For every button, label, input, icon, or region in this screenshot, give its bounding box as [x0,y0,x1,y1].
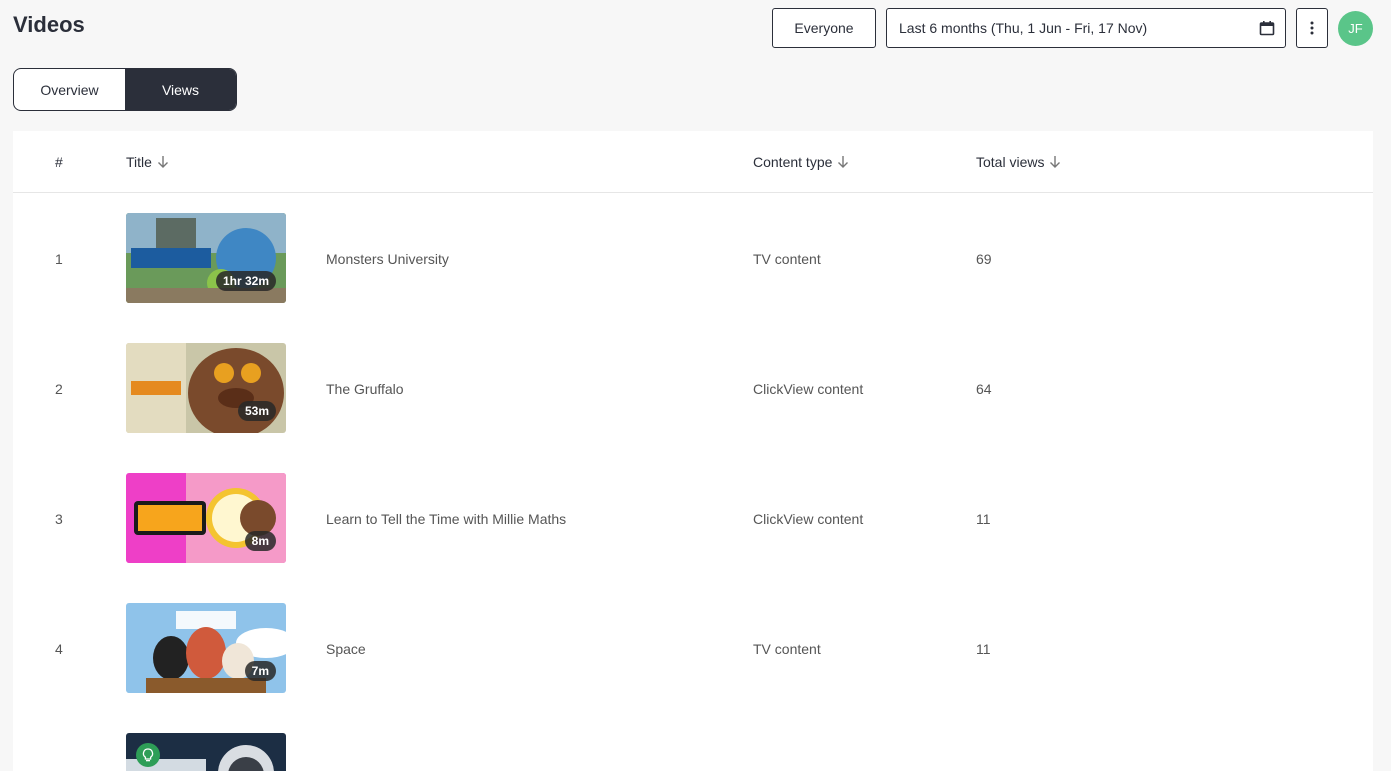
header-rank-label: # [55,154,63,170]
table-row[interactable]: 1 1hr 32m Monsters University TV content… [13,194,1373,324]
more-options-button[interactable] [1296,8,1328,48]
row-views: 11 [976,641,991,657]
view-tabs: Overview Views [13,68,237,111]
tab-overview[interactable]: Overview [14,69,125,110]
table-row[interactable]: 3 8m Learn to Tell the Time with Millie … [13,454,1373,584]
video-duration-badge: 53m [237,401,276,421]
video-thumbnail[interactable] [126,733,286,771]
calendar-icon[interactable] [1259,20,1275,36]
row-content-type: ClickView content [753,511,864,527]
row-rank: 2 [55,381,63,397]
lightbulb-icon [136,743,160,767]
header-title-label: Title [126,154,152,170]
date-range-text: Last 6 months (Thu, 1 Jun - Fri, 17 Nov) [899,20,1148,36]
header-total-views[interactable]: Total views [976,154,1062,170]
row-content-type: ClickView content [753,381,864,397]
header-content-type[interactable]: Content type [753,154,850,170]
row-views: 69 [976,251,992,267]
table-row[interactable]: 4 7m Space TV content 11 [13,584,1373,714]
table-row[interactable] [13,714,1373,771]
page-title: Videos [13,12,85,37]
row-content-type: TV content [753,251,821,267]
videos-table: # Title Content type Total views 1 1hr 3… [13,131,1373,771]
row-rank: 1 [55,251,63,267]
row-content-type: TV content [753,641,821,657]
row-title[interactable]: The Gruffalo [326,381,404,397]
row-title[interactable]: Space [326,641,366,657]
video-thumbnail[interactable]: 53m [126,343,286,433]
vertical-dots-icon [1310,21,1314,35]
video-duration-badge: 7m [244,661,276,681]
video-duration-badge: 1hr 32m [215,271,276,291]
audience-filter-button[interactable]: Everyone [772,8,876,48]
video-thumbnail[interactable]: 7m [126,603,286,693]
tab-views[interactable]: Views [125,69,236,110]
sort-arrow-down-icon [157,156,168,168]
row-rank: 3 [55,511,63,527]
header-rank: # [55,154,63,170]
row-views: 64 [976,381,992,397]
video-thumbnail[interactable]: 1hr 32m [126,213,286,303]
row-title[interactable]: Learn to Tell the Time with Millie Maths [326,511,566,527]
table-row[interactable]: 2 53m The Gruffalo ClickView content 64 [13,324,1373,454]
header-title[interactable]: Title [126,154,170,170]
row-rank: 4 [55,641,63,657]
date-range-picker[interactable]: Last 6 months (Thu, 1 Jun - Fri, 17 Nov) [886,8,1286,48]
table-header: # Title Content type Total views [13,131,1373,193]
sort-arrow-down-icon [838,156,849,168]
video-thumbnail[interactable]: 8m [126,473,286,563]
header-total-views-label: Total views [976,154,1045,170]
header-content-type-label: Content type [753,154,833,170]
video-duration-badge: 8m [244,531,276,551]
sort-arrow-down-icon [1050,156,1061,168]
user-avatar[interactable]: JF [1338,11,1373,46]
row-views: 11 [976,511,991,527]
row-title[interactable]: Monsters University [326,251,449,267]
